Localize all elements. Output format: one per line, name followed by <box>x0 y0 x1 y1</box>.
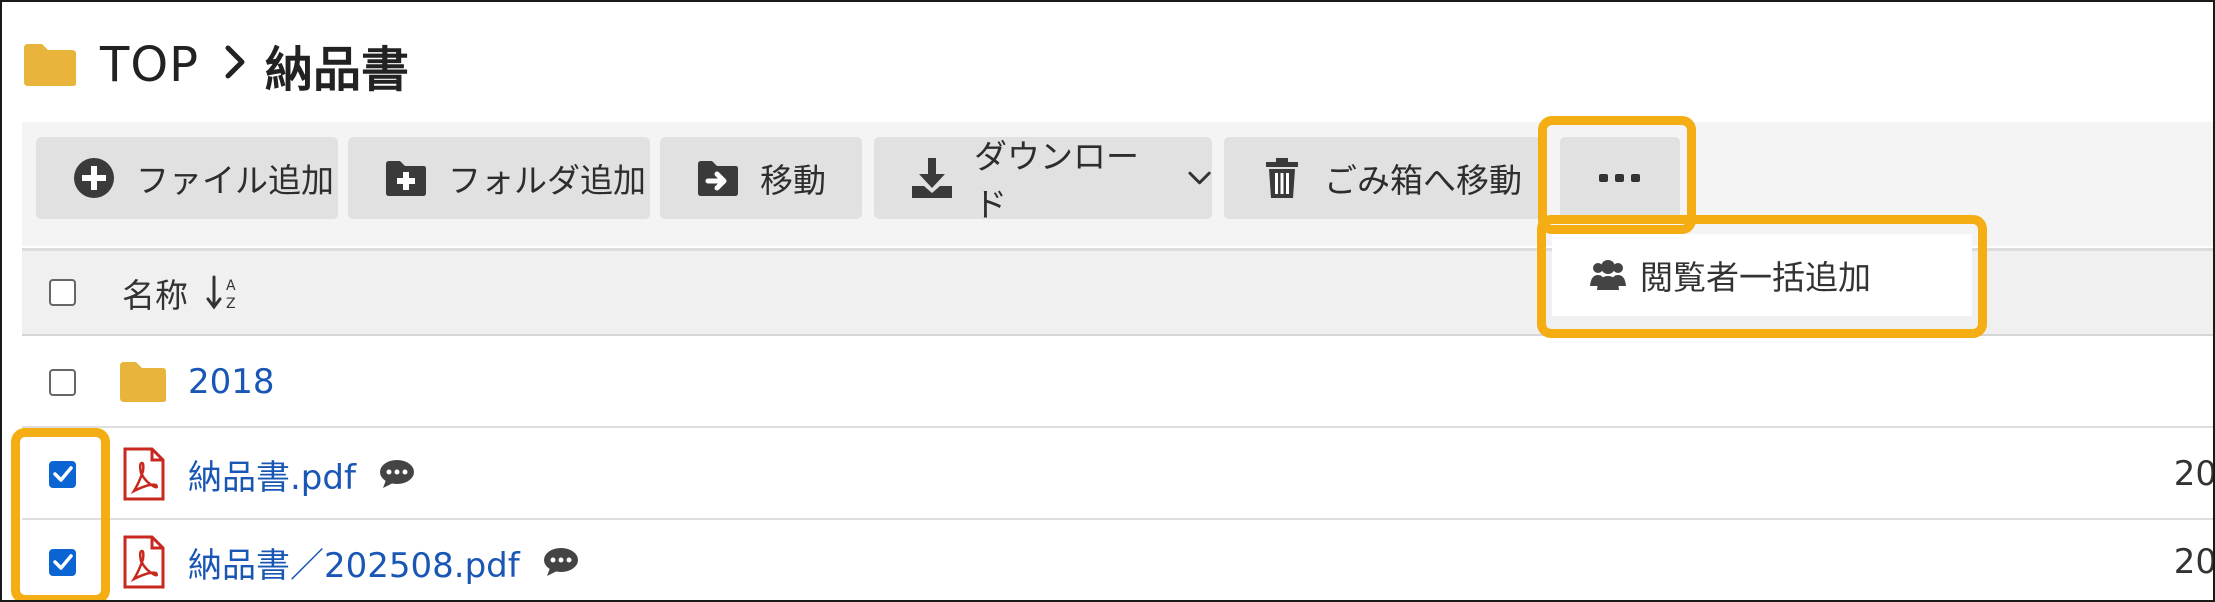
plus-circle-icon <box>74 158 114 198</box>
file-date: 20 <box>2173 542 2215 582</box>
pdf-file-icon <box>123 535 165 589</box>
select-all-checkbox[interactable] <box>49 279 76 306</box>
chevron-right-icon <box>225 45 245 78</box>
svg-text:A: A <box>226 278 236 294</box>
move-button[interactable]: 移動 <box>660 137 862 219</box>
trash-label: ごみ箱へ移動 <box>1324 161 1522 200</box>
download-icon <box>912 158 952 198</box>
move-label: 移動 <box>760 161 826 200</box>
download-dropdown-button[interactable]: ダウンロード <box>874 137 1212 224</box>
trash-icon <box>1266 158 1298 198</box>
table-row-folder[interactable]: 2018 <box>22 338 2213 428</box>
folder-plus-icon <box>386 161 426 196</box>
comment-icon[interactable] <box>542 546 580 578</box>
row-checkbox[interactable] <box>49 368 76 396</box>
breadcrumb: TOP 納品書 <box>22 30 409 100</box>
file-name-link[interactable]: 納品書／202508.pdf <box>188 538 520 587</box>
pdf-file-icon <box>123 447 165 501</box>
app-window: TOP 納品書 ファイル追加 フォルダ追加 移動 ダウンロード ごみ箱へ移動 名… <box>0 0 2215 602</box>
add-folder-label: フォルダ追加 <box>448 161 646 200</box>
column-header-name[interactable]: 名称 <box>122 269 188 317</box>
comment-icon[interactable] <box>378 458 416 490</box>
folder-name-link[interactable]: 2018 <box>188 362 275 402</box>
add-file-button[interactable]: ファイル追加 <box>36 137 338 219</box>
svg-text:Z: Z <box>226 296 236 312</box>
file-date: 20 <box>2173 454 2215 494</box>
table-row-file[interactable]: 納品書／202508.pdf 20 <box>22 518 2215 600</box>
folder-icon <box>120 362 166 402</box>
table-row-file[interactable]: 納品書.pdf 20 <box>22 430 2215 520</box>
breadcrumb-root-link[interactable]: TOP <box>100 37 199 93</box>
sort-alpha-icon[interactable]: A Z <box>206 273 242 313</box>
add-folder-button[interactable]: フォルダ追加 <box>348 137 650 219</box>
chevron-down-icon <box>1188 171 1211 185</box>
folder-move-icon <box>698 161 738 196</box>
folder-icon <box>24 44 76 86</box>
highlight-checked-rows <box>11 428 110 600</box>
breadcrumb-current: 納品書 <box>265 42 410 98</box>
download-label: ダウンロード <box>974 137 1139 224</box>
breadcrumb-separator <box>223 41 247 90</box>
file-name-link[interactable]: 納品書.pdf <box>188 450 356 499</box>
highlight-menu-item <box>1537 215 1987 338</box>
add-file-label: ファイル追加 <box>136 161 334 200</box>
move-to-trash-button[interactable]: ごみ箱へ移動 <box>1224 137 1546 219</box>
